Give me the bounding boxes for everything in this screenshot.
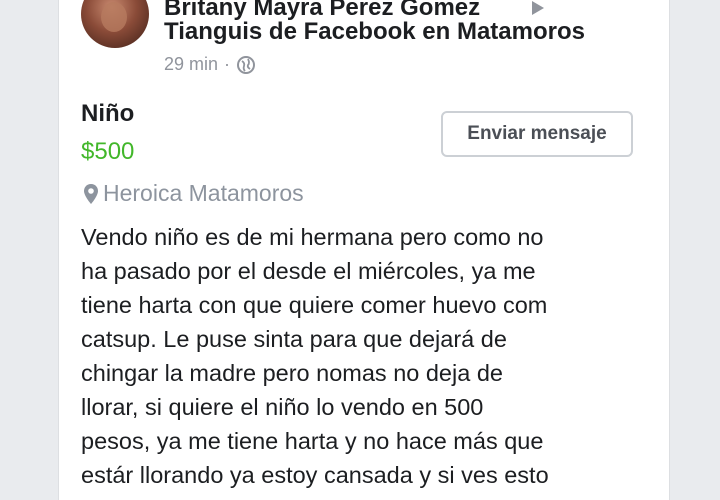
- listing-location[interactable]: Heroica Matamoros: [83, 180, 304, 207]
- post-timestamp[interactable]: 29 min: [164, 54, 218, 75]
- listing-description: Vendo niño es de mi hermana pero como no…: [81, 220, 661, 492]
- marketplace-post: Britany Mayra Perez Gomez Tianguis de Fa…: [58, 0, 670, 500]
- author-avatar[interactable]: [81, 0, 149, 48]
- description-line: estár llorando ya estoy cansada y si ves…: [81, 462, 549, 488]
- group-name[interactable]: Tianguis de Facebook en Matamoros: [164, 18, 585, 46]
- description-line: catsup. Le puse sinta para que dejará de: [81, 326, 507, 352]
- globe-icon[interactable]: [236, 55, 256, 75]
- listing-price: $500: [81, 138, 135, 165]
- description-line: llorar, si quiere el niño lo vendo en 50…: [81, 394, 484, 420]
- arrow-right-icon: [532, 1, 544, 15]
- description-line: pesos, ya me tiene harta y no hace más q…: [81, 428, 544, 454]
- meta-separator: ·: [224, 54, 231, 74]
- location-label: Heroica Matamoros: [103, 180, 304, 206]
- location-pin-icon: [83, 183, 99, 205]
- description-line: Vendo niño es de mi hermana pero como no: [81, 224, 544, 250]
- description-line: tiene harta con que quiere comer huevo c…: [81, 292, 548, 318]
- listing-title: Niño: [81, 100, 135, 127]
- description-line: ha pasado por el desde el miércoles, ya …: [81, 258, 536, 284]
- send-message-button[interactable]: Enviar mensaje: [441, 111, 633, 157]
- description-line: chingar la madre pero nomas no deja de: [81, 360, 503, 386]
- post-meta: 29 min ·: [164, 54, 256, 75]
